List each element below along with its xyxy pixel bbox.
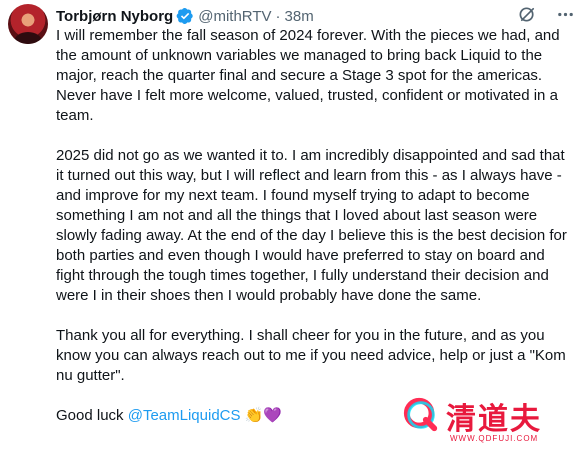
emoji-clap-heart: 👏💜 <box>244 407 283 424</box>
tweet-header: Torbjørn Nyborg @mithRTV · 38m <box>56 4 571 28</box>
tweet-paragraph-1: I will remember the fall season of 2024 … <box>56 27 560 124</box>
tweet-timestamp[interactable]: 38m <box>285 8 314 25</box>
more-icon[interactable] <box>555 4 575 24</box>
author-avatar[interactable] <box>8 4 48 44</box>
tweet-paragraph-3: Thank you all for everything. I shall ch… <box>56 327 566 384</box>
watermark-text: 清道夫 <box>446 402 542 437</box>
watermark-logo-icon <box>403 397 438 432</box>
author-handle[interactable]: @mithRTV <box>198 8 271 25</box>
watermark: 清道夫 WWW.QDFUJI.COM <box>390 394 575 448</box>
header-actions <box>517 4 575 24</box>
author-name[interactable]: Torbjørn Nyborg <box>56 8 173 25</box>
avatar-figure <box>14 32 42 44</box>
separator-dot: · <box>275 7 281 25</box>
tweet-paragraph-2: 2025 did not go as we wanted it to. I am… <box>56 147 567 304</box>
closing-text: Good luck <box>56 407 128 424</box>
tweet-body: I will remember the fall season of 2024 … <box>56 26 575 446</box>
mention-link[interactable]: @TeamLiquidCS <box>128 407 241 424</box>
watermark-url: WWW.QDFUJI.COM <box>450 434 539 443</box>
verified-badge-icon <box>176 7 194 25</box>
grok-icon[interactable] <box>517 4 537 24</box>
